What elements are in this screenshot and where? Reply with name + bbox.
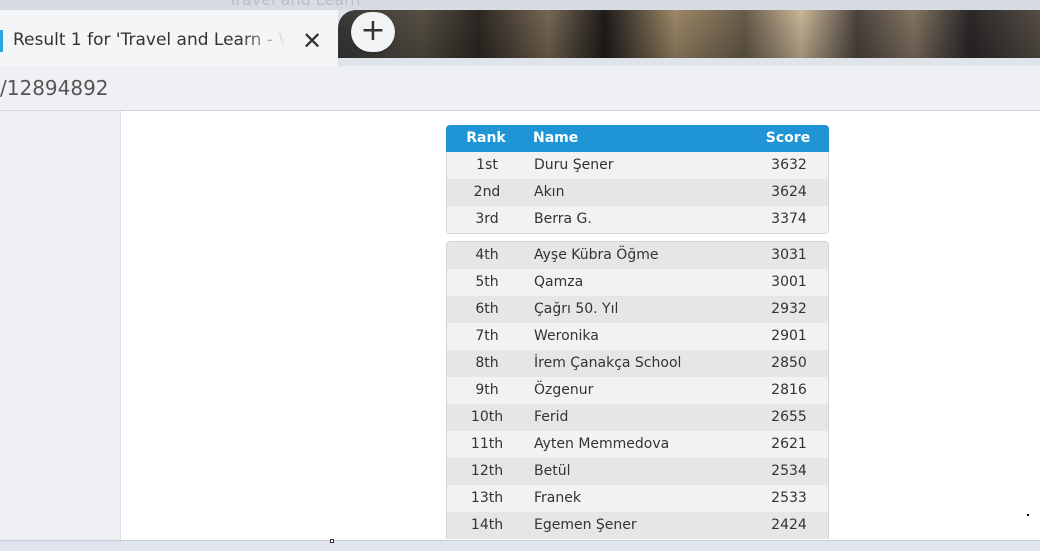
score-cell: 2816	[771, 382, 807, 398]
score-cell: 2533	[771, 490, 807, 506]
rank-cell: 5th	[475, 274, 499, 290]
score-cell: 3632	[771, 157, 807, 173]
table-row: 10th Ferid 2655	[447, 404, 828, 431]
name-cell: Weronika	[534, 328, 599, 344]
rank-cell: 13th	[470, 490, 504, 506]
table-row: 6th Çağrı 50. Yıl 2932	[447, 296, 828, 323]
rank-cell: 11th	[470, 436, 504, 452]
header-rank: Rank	[466, 130, 506, 146]
url-text[interactable]: /12894892	[0, 76, 109, 100]
name-cell: Franek	[534, 490, 581, 506]
table-row: 14th Egemen Şener 2424	[447, 512, 828, 539]
score-cell: 3374	[771, 211, 807, 227]
table-row: 1st Duru Şener 3632	[447, 152, 828, 179]
table-row: 4th Ayşe Kübra Öğme 3031	[447, 242, 828, 269]
pixel-mark	[1027, 514, 1029, 516]
rank-cell: 7th	[475, 328, 499, 344]
left-side-panel	[0, 111, 121, 541]
table-row: 5th Qamza 3001	[447, 269, 828, 296]
tab-accent-bar	[0, 30, 3, 52]
rank-cell: 2nd	[473, 184, 501, 200]
rank-cell: 12th	[470, 463, 504, 479]
group-separator	[446, 234, 829, 241]
name-cell: Ferid	[534, 409, 569, 425]
table-row: 3rd Berra G. 3374	[447, 206, 828, 233]
score-cell: 2655	[771, 409, 807, 425]
table-row: 13th Franek 2533	[447, 485, 828, 512]
leaderboard-header: Rank Name Score	[446, 125, 829, 152]
table-row: 12th Betül 2534	[447, 458, 828, 485]
name-cell: Egemen Şener	[534, 517, 637, 533]
remaining-ranks-group: 4th Ayşe Kübra Öğme 3031 5th Qamza 3001 …	[446, 241, 829, 539]
page-content: Rank Name Score 1st Duru Şener 3632 2nd …	[0, 110, 1040, 541]
table-row: 7th Weronika 2901	[447, 323, 828, 350]
name-cell: Betül	[534, 463, 571, 479]
background-image-shade	[338, 10, 1040, 58]
rank-cell: 8th	[475, 355, 499, 371]
name-cell: Ayşe Kübra Öğme	[534, 247, 659, 263]
rank-cell: 10th	[470, 409, 504, 425]
plus-icon: +	[360, 13, 386, 48]
name-cell: İrem Çanakça School	[534, 355, 682, 371]
rank-cell: 14th	[470, 517, 504, 533]
tab-strip-background-image	[338, 10, 1040, 58]
tab-title-fade	[240, 28, 295, 56]
header-score: Score	[765, 130, 811, 146]
header-name: Name	[533, 130, 579, 146]
background-tab-title: Travel and Learn	[228, 0, 361, 9]
name-cell: Berra G.	[534, 211, 592, 227]
close-tab-icon[interactable]: ✕	[302, 26, 322, 56]
rank-cell: 1st	[476, 157, 498, 173]
name-cell: Duru Şener	[534, 157, 614, 173]
score-cell: 2534	[771, 463, 807, 479]
rank-cell: 9th	[475, 382, 499, 398]
rank-cell: 3rd	[475, 211, 499, 227]
score-cell: 2901	[771, 328, 807, 344]
table-row: 8th İrem Çanakça School 2850	[447, 350, 828, 377]
score-cell: 2932	[771, 301, 807, 317]
name-cell: Qamza	[534, 274, 584, 290]
table-row: 11th Ayten Memmedova 2621	[447, 431, 828, 458]
score-cell: 3001	[771, 274, 807, 290]
score-cell: 2424	[771, 517, 807, 533]
background-tab-strip	[0, 0, 1040, 10]
score-cell: 2850	[771, 355, 807, 371]
resize-handle	[330, 539, 334, 543]
rank-cell: 6th	[475, 301, 499, 317]
name-cell: Akın	[534, 184, 565, 200]
name-cell: Özgenur	[534, 382, 594, 398]
name-cell: Ayten Memmedova	[534, 436, 670, 452]
table-row: 9th Özgenur 2816	[447, 377, 828, 404]
browser-tab-strip: Travel and Learn Result 1 for 'Travel an…	[0, 0, 1040, 66]
score-cell: 3624	[771, 184, 807, 200]
name-cell: Çağrı 50. Yıl	[534, 301, 619, 317]
leaderboard: Rank Name Score 1st Duru Şener 3632 2nd …	[446, 125, 829, 539]
new-tab-button[interactable]: +	[351, 12, 395, 52]
table-row: 2nd Akın 3624	[447, 179, 828, 206]
rank-cell: 4th	[475, 247, 499, 263]
top-three-group: 1st Duru Şener 3632 2nd Akın 3624 3rd Be…	[446, 152, 829, 234]
score-cell: 3031	[771, 247, 807, 263]
active-tab[interactable]: Result 1 for 'Travel and Learn - Wordwal…	[0, 10, 338, 66]
address-bar[interactable]: /12894892	[0, 66, 1040, 110]
score-cell: 2621	[771, 436, 807, 452]
taskbar-edge	[0, 540, 1040, 551]
